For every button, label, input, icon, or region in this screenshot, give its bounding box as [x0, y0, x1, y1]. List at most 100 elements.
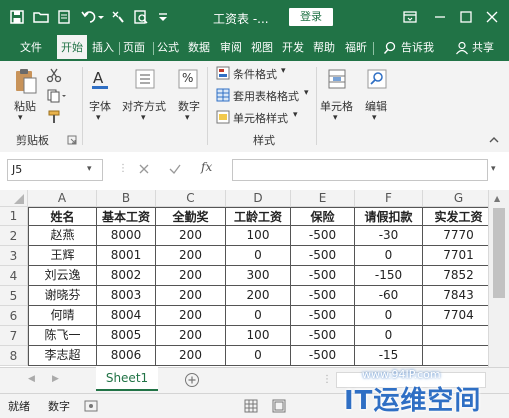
table-header-cell[interactable]: 基本工资 — [97, 207, 156, 226]
table-cell[interactable]: 0 — [226, 346, 291, 366]
login-button[interactable]: 登录 — [289, 8, 333, 26]
table-cell[interactable]: 200 — [156, 226, 226, 246]
paste-dropdown-icon[interactable]: ▾ — [18, 113, 23, 123]
format-as-table-button[interactable]: 套用表格格式 — [233, 88, 299, 104]
cells-icon[interactable] — [327, 68, 347, 90]
alignment-label[interactable]: 对齐方式 — [122, 98, 166, 114]
table-header-cell[interactable]: 实发工资 — [423, 207, 488, 226]
table-cell[interactable]: 0 — [355, 246, 423, 266]
table-cell[interactable]: 7770 — [423, 226, 488, 246]
cells-label[interactable]: 单元格 — [320, 98, 353, 114]
collapse-ribbon-icon[interactable] — [488, 135, 500, 145]
table-cell[interactable]: -60 — [355, 286, 423, 306]
tab-insert[interactable]: 插入 — [92, 35, 114, 61]
editing-dropdown-icon[interactable]: ▾ — [372, 113, 377, 123]
tab-help[interactable]: 帮助 — [313, 35, 335, 61]
table-cell[interactable]: 陈飞一 — [28, 326, 97, 346]
table-cell[interactable]: 0 — [226, 246, 291, 266]
row-header[interactable]: 5 — [0, 286, 28, 306]
dialog-launcher-icon[interactable] — [67, 135, 77, 145]
table-header-cell[interactable]: 全勤奖 — [156, 207, 226, 226]
table-cell[interactable]: 0 — [226, 306, 291, 326]
table-cell[interactable]: 100 — [226, 326, 291, 346]
vertical-scrollbar[interactable]: ▲ — [488, 190, 509, 367]
tab-view[interactable]: 视图 — [251, 35, 273, 61]
scroll-thumb[interactable] — [493, 208, 505, 298]
table-cell[interactable]: 200 — [226, 286, 291, 306]
save-icon[interactable] — [9, 9, 25, 25]
table-cell[interactable]: 7704 — [423, 306, 488, 326]
table-cell[interactable]: 8003 — [97, 286, 156, 306]
format-painter-icon[interactable] — [110, 9, 126, 25]
table-cell[interactable]: -500 — [291, 346, 355, 366]
table-header-cell[interactable]: 工龄工资 — [226, 207, 291, 226]
column-header[interactable]: F — [355, 190, 423, 207]
close-icon[interactable] — [482, 7, 502, 27]
table-cell[interactable]: 8004 — [97, 306, 156, 326]
tab-developer[interactable]: 开发 — [282, 35, 304, 61]
table-cell[interactable]: -500 — [291, 246, 355, 266]
table-cell[interactable]: 200 — [156, 246, 226, 266]
number-label[interactable]: 数字 — [178, 98, 200, 114]
open-folder-icon[interactable] — [33, 9, 49, 25]
table-cell[interactable]: 200 — [156, 306, 226, 326]
column-header[interactable]: C — [156, 190, 226, 207]
format-as-table-dropdown-icon[interactable]: ▾ — [304, 88, 309, 98]
table-cell[interactable]: -500 — [291, 226, 355, 246]
tab-foxit[interactable]: 福昕 — [345, 35, 367, 61]
table-cell[interactable]: 7852 — [423, 266, 488, 286]
copy-icon[interactable] — [46, 88, 68, 104]
paste-label[interactable]: 粘贴 — [14, 98, 36, 114]
share-button[interactable]: 共享 — [472, 35, 494, 61]
table-cell[interactable]: 200 — [156, 346, 226, 366]
column-header[interactable]: B — [97, 190, 156, 207]
tab-formulas[interactable]: 公式 — [157, 35, 179, 61]
share-user-icon[interactable] — [455, 41, 469, 55]
tab-page-layout[interactable]: 页面 — [123, 35, 145, 61]
table-cell[interactable]: 100 — [226, 226, 291, 246]
column-header[interactable]: E — [291, 190, 355, 207]
column-header[interactable]: G — [423, 190, 488, 207]
table-cell[interactable] — [423, 326, 488, 346]
select-all-corner[interactable] — [0, 190, 28, 207]
normal-view-icon[interactable] — [244, 399, 258, 413]
add-sheet-icon[interactable] — [184, 372, 200, 388]
column-header[interactable]: D — [226, 190, 291, 207]
alignment-icon[interactable] — [135, 69, 155, 89]
cancel-entry-icon[interactable] — [137, 162, 151, 176]
table-cell[interactable]: 200 — [156, 326, 226, 346]
worksheet-grid[interactable]: ABCDEFG 12345678 姓名 基本工资 全勤奖 工龄工资 保险 请假扣款 实发工资… — [0, 190, 488, 367]
row-header[interactable]: 1 — [0, 207, 28, 226]
table-cell[interactable]: 刘云逸 — [28, 266, 97, 286]
conditional-format-dropdown-icon[interactable]: ▾ — [281, 66, 286, 76]
table-cell[interactable]: 7843 — [423, 286, 488, 306]
page-layout-view-icon[interactable] — [272, 399, 286, 413]
table-cell[interactable]: 200 — [156, 286, 226, 306]
row-header[interactable]: 4 — [0, 266, 28, 286]
zoom-preview-icon[interactable] — [133, 9, 149, 25]
table-cell[interactable]: 8005 — [97, 326, 156, 346]
table-cell[interactable]: 8002 — [97, 266, 156, 286]
cell-styles-dropdown-icon[interactable]: ▾ — [293, 110, 298, 120]
restore-icon[interactable] — [456, 7, 476, 27]
row-header[interactable]: 6 — [0, 306, 28, 326]
table-cell[interactable]: -30 — [355, 226, 423, 246]
next-sheet-icon[interactable]: ▶ — [52, 374, 59, 384]
table-cell[interactable]: -15 — [355, 346, 423, 366]
undo-icon[interactable] — [80, 9, 96, 25]
undo-dropdown-icon[interactable] — [97, 9, 105, 25]
row-header[interactable]: 7 — [0, 326, 28, 346]
row-header[interactable]: 2 — [0, 226, 28, 246]
table-cell[interactable]: 200 — [156, 266, 226, 286]
tab-home[interactable]: 开始 — [57, 35, 87, 61]
table-cell[interactable]: 0 — [355, 306, 423, 326]
table-cell[interactable]: 8006 — [97, 346, 156, 366]
macro-record-icon[interactable] — [84, 399, 98, 413]
customize-toolbar-icon[interactable] — [157, 9, 169, 25]
table-cell[interactable]: 8001 — [97, 246, 156, 266]
table-cell[interactable]: -500 — [291, 266, 355, 286]
cell-styles-button[interactable]: 单元格样式 — [233, 110, 288, 126]
table-cell[interactable]: 0 — [355, 326, 423, 346]
table-header-cell[interactable]: 请假扣款 — [355, 207, 423, 226]
minimize-icon[interactable] — [430, 7, 450, 27]
